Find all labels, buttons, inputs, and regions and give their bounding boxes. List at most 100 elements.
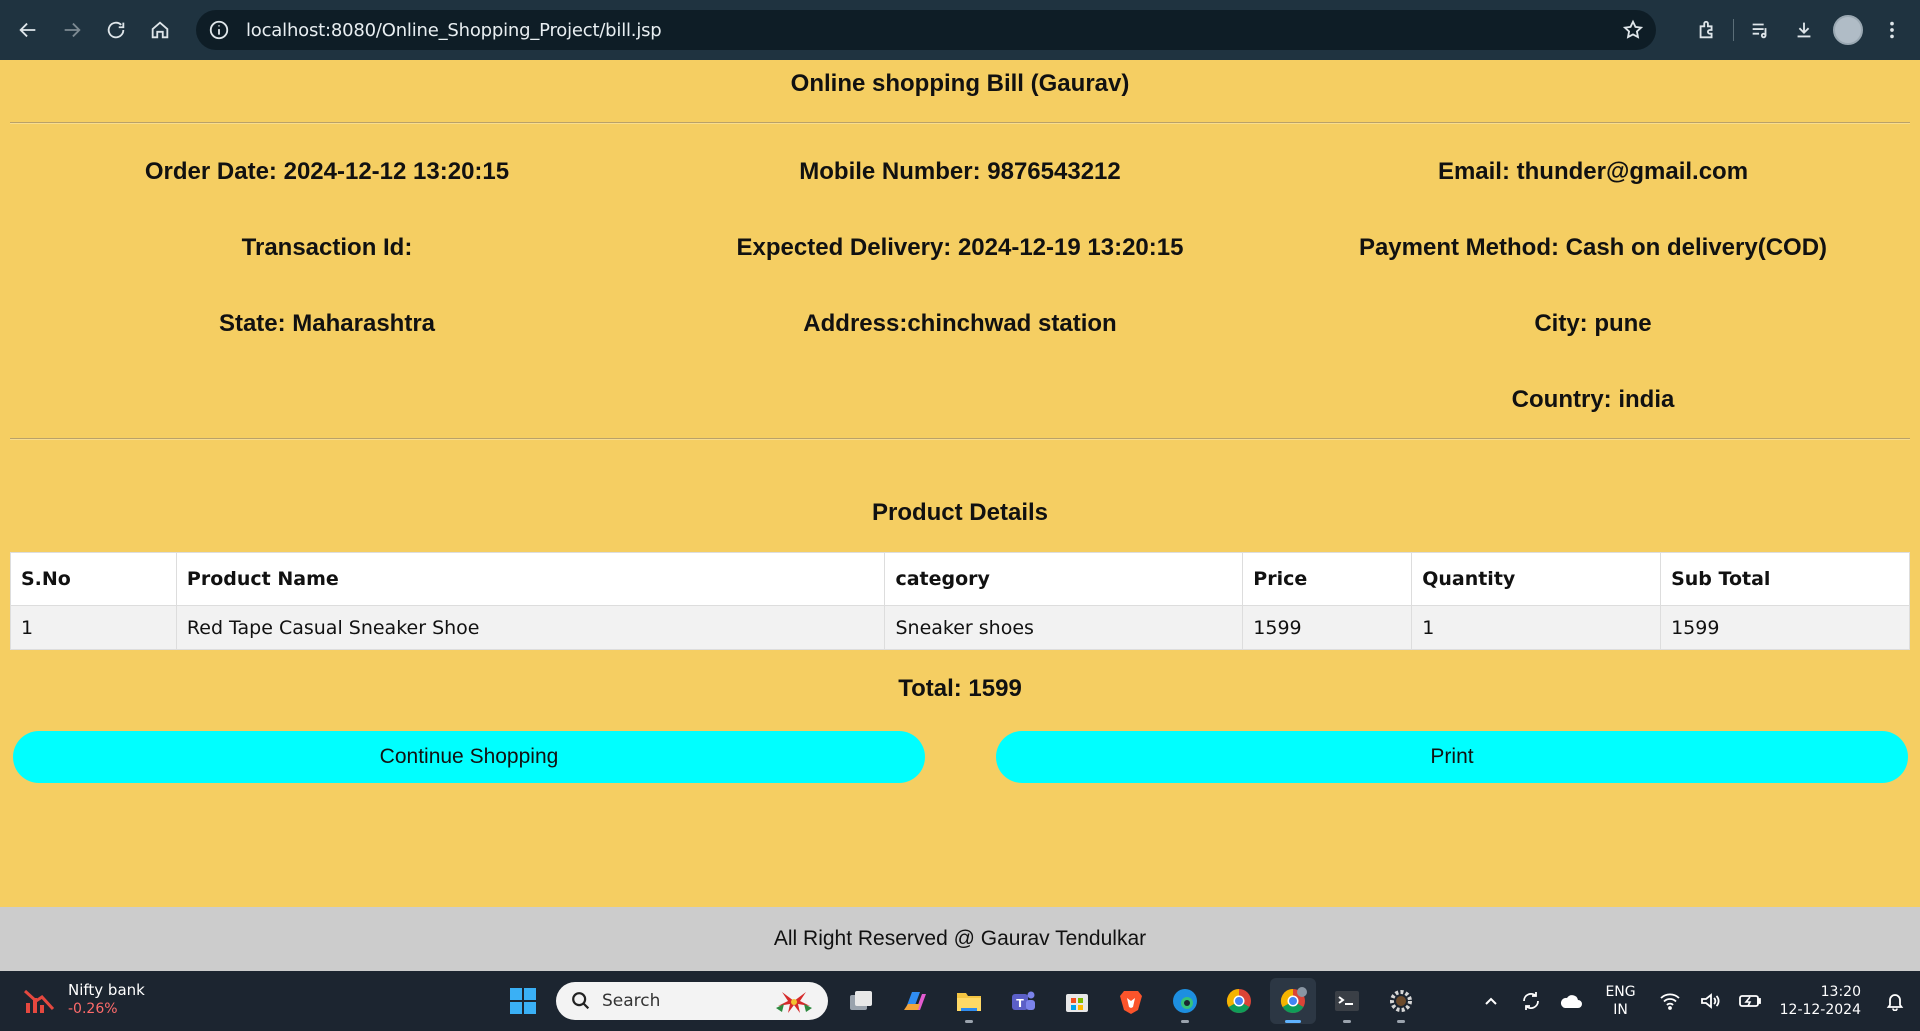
start-button[interactable]	[500, 978, 546, 1024]
store-icon	[1066, 994, 1088, 1012]
edge-icon	[1173, 989, 1197, 1013]
notifications-button[interactable]	[1880, 986, 1910, 1016]
bell-icon	[1886, 994, 1904, 1011]
browser-actions	[1685, 8, 1920, 52]
taskbar-settings-app[interactable]	[1378, 978, 1424, 1024]
cell-category: Sneaker shoes	[884, 605, 1244, 650]
profile-button[interactable]	[1826, 8, 1870, 52]
empty-cell	[654, 385, 1266, 461]
chrome-icon	[1226, 989, 1251, 1014]
onedrive-tray-button[interactable]	[1556, 986, 1586, 1016]
header-price: Price	[1242, 552, 1413, 606]
taskbar-edge[interactable]	[1162, 978, 1208, 1024]
order-date: Order Date: 2024-12-12 13:20:15	[144, 158, 510, 185]
taskbar-teams[interactable]: T	[1000, 978, 1046, 1024]
task-view-icon	[850, 991, 872, 1010]
header-subtotal: Sub Total	[1660, 552, 1910, 606]
taskbar-file-explorer[interactable]	[946, 978, 992, 1024]
show-hidden-icons-button[interactable]	[1476, 986, 1506, 1016]
wifi-icon	[1660, 993, 1680, 1010]
avatar	[1833, 15, 1863, 45]
market-widget[interactable]: Nifty bank -0.26%	[22, 981, 145, 1019]
arrow-left-icon	[19, 22, 36, 38]
running-indicator	[1181, 1020, 1189, 1023]
address-bar[interactable]: localhost:8080/Online_Shopping_Project/b…	[196, 10, 1656, 50]
header-product-name: Product Name	[175, 552, 886, 606]
search-label: Search	[602, 991, 661, 1011]
copilot-icon	[904, 992, 926, 1010]
cell-subtotal: 1599	[1660, 605, 1910, 650]
media-controls-button[interactable]	[1738, 8, 1782, 52]
lang-line1: ENG	[1605, 984, 1636, 1000]
downloads-button[interactable]	[1782, 8, 1826, 52]
speaker-icon	[1700, 993, 1720, 1009]
volume-tray-button[interactable]	[1695, 986, 1725, 1016]
toolbar-separator	[1733, 19, 1734, 41]
running-indicator	[1343, 1020, 1351, 1023]
table-row: 1 Red Tape Casual Sneaker Shoe Sneaker s…	[10, 605, 1910, 650]
city: City: pune	[1534, 310, 1652, 337]
widget-value: -0.26%	[68, 1001, 118, 1017]
sync-icon	[1523, 992, 1540, 1010]
divider-bottom	[10, 438, 1910, 440]
cell-quantity: 1	[1411, 605, 1662, 650]
browser-toolbar: localhost:8080/Online_Shopping_Project/b…	[0, 0, 1920, 60]
chevron-up-icon	[1485, 997, 1498, 1005]
battery-tray-button[interactable]	[1735, 986, 1765, 1016]
menu-button[interactable]	[1870, 8, 1914, 52]
footer: All Right Reserved @ Gaurav Tendulkar	[0, 907, 1920, 971]
url-text[interactable]: localhost:8080/Online_Shopping_Project/b…	[246, 20, 662, 41]
footer-text: All Right Reserved @ Gaurav Tendulkar	[773, 927, 1147, 950]
product-table: S.No Product Name category Price Quantit…	[10, 552, 1910, 650]
state: State: Maharashtra	[218, 310, 436, 337]
bill-page: Online shopping Bill (Gaurav) Order Date…	[0, 60, 1920, 907]
chrome-profile-icon	[1280, 987, 1307, 1014]
running-indicator	[1397, 1020, 1405, 1023]
taskbar-terminal[interactable]	[1324, 978, 1370, 1024]
order-info-grid: Order Date: 2024-12-12 13:20:15 Mobile N…	[0, 157, 1920, 461]
empty-cell	[0, 385, 654, 461]
taskbar-task-view[interactable]	[838, 978, 884, 1024]
home-button[interactable]	[138, 8, 182, 52]
teams-icon: T	[1012, 991, 1035, 1010]
clock-time: 13:20	[1820, 984, 1861, 1000]
bookmark-star-icon[interactable]	[1622, 19, 1644, 41]
system-tray: ENG IN 13:20 12-12-2024	[1471, 971, 1920, 1031]
sync-tray-button[interactable]	[1516, 986, 1546, 1016]
extensions-button[interactable]	[1685, 8, 1729, 52]
taskbar-chrome[interactable]	[1216, 978, 1262, 1024]
back-button[interactable]	[6, 8, 50, 52]
continue-shopping-button[interactable]: Continue Shopping	[13, 731, 925, 783]
site-info-icon[interactable]	[208, 19, 230, 41]
table-header-row: S.No Product Name category Price Quantit…	[10, 552, 1910, 606]
clock-date: 12-12-2024	[1779, 1002, 1861, 1018]
reload-button[interactable]	[94, 8, 138, 52]
taskbar-apps: Search T	[496, 978, 1428, 1024]
network-tray-button[interactable]	[1655, 986, 1685, 1016]
order-total: Total: 1599	[898, 675, 1022, 702]
home-icon	[151, 21, 169, 39]
taskbar-search[interactable]: Search	[556, 982, 828, 1020]
page-title: Online shopping Bill (Gaurav)	[790, 70, 1130, 97]
windows-logo-icon	[510, 988, 536, 1014]
brave-lion-icon	[1120, 991, 1142, 1014]
divider-top	[10, 122, 1910, 124]
kebab-menu-icon	[1890, 21, 1894, 39]
print-button[interactable]: Print	[996, 731, 1908, 783]
taskbar-chrome-profile[interactable]	[1270, 978, 1316, 1024]
forward-button[interactable]	[50, 8, 94, 52]
windows-taskbar: Nifty bank -0.26% Search T ENG IN 13:20 …	[0, 971, 1920, 1031]
widget-name: Nifty bank	[68, 981, 145, 999]
taskbar-copilot[interactable]	[892, 978, 938, 1024]
taskbar-brave[interactable]	[1108, 978, 1154, 1024]
stock-chart-icon	[23, 989, 55, 1013]
system-clock[interactable]: 13:20 12-12-2024	[1780, 983, 1861, 1019]
taskbar-store[interactable]	[1054, 978, 1100, 1024]
language-indicator[interactable]: ENG IN	[1605, 983, 1635, 1019]
puzzle-icon	[1699, 20, 1713, 39]
folder-icon	[957, 993, 981, 1011]
active-indicator	[1285, 1020, 1301, 1023]
country: Country: india	[1511, 386, 1675, 413]
header-sno: S.No	[10, 552, 177, 606]
cell-product-name: Red Tape Casual Sneaker Shoe	[175, 605, 886, 650]
